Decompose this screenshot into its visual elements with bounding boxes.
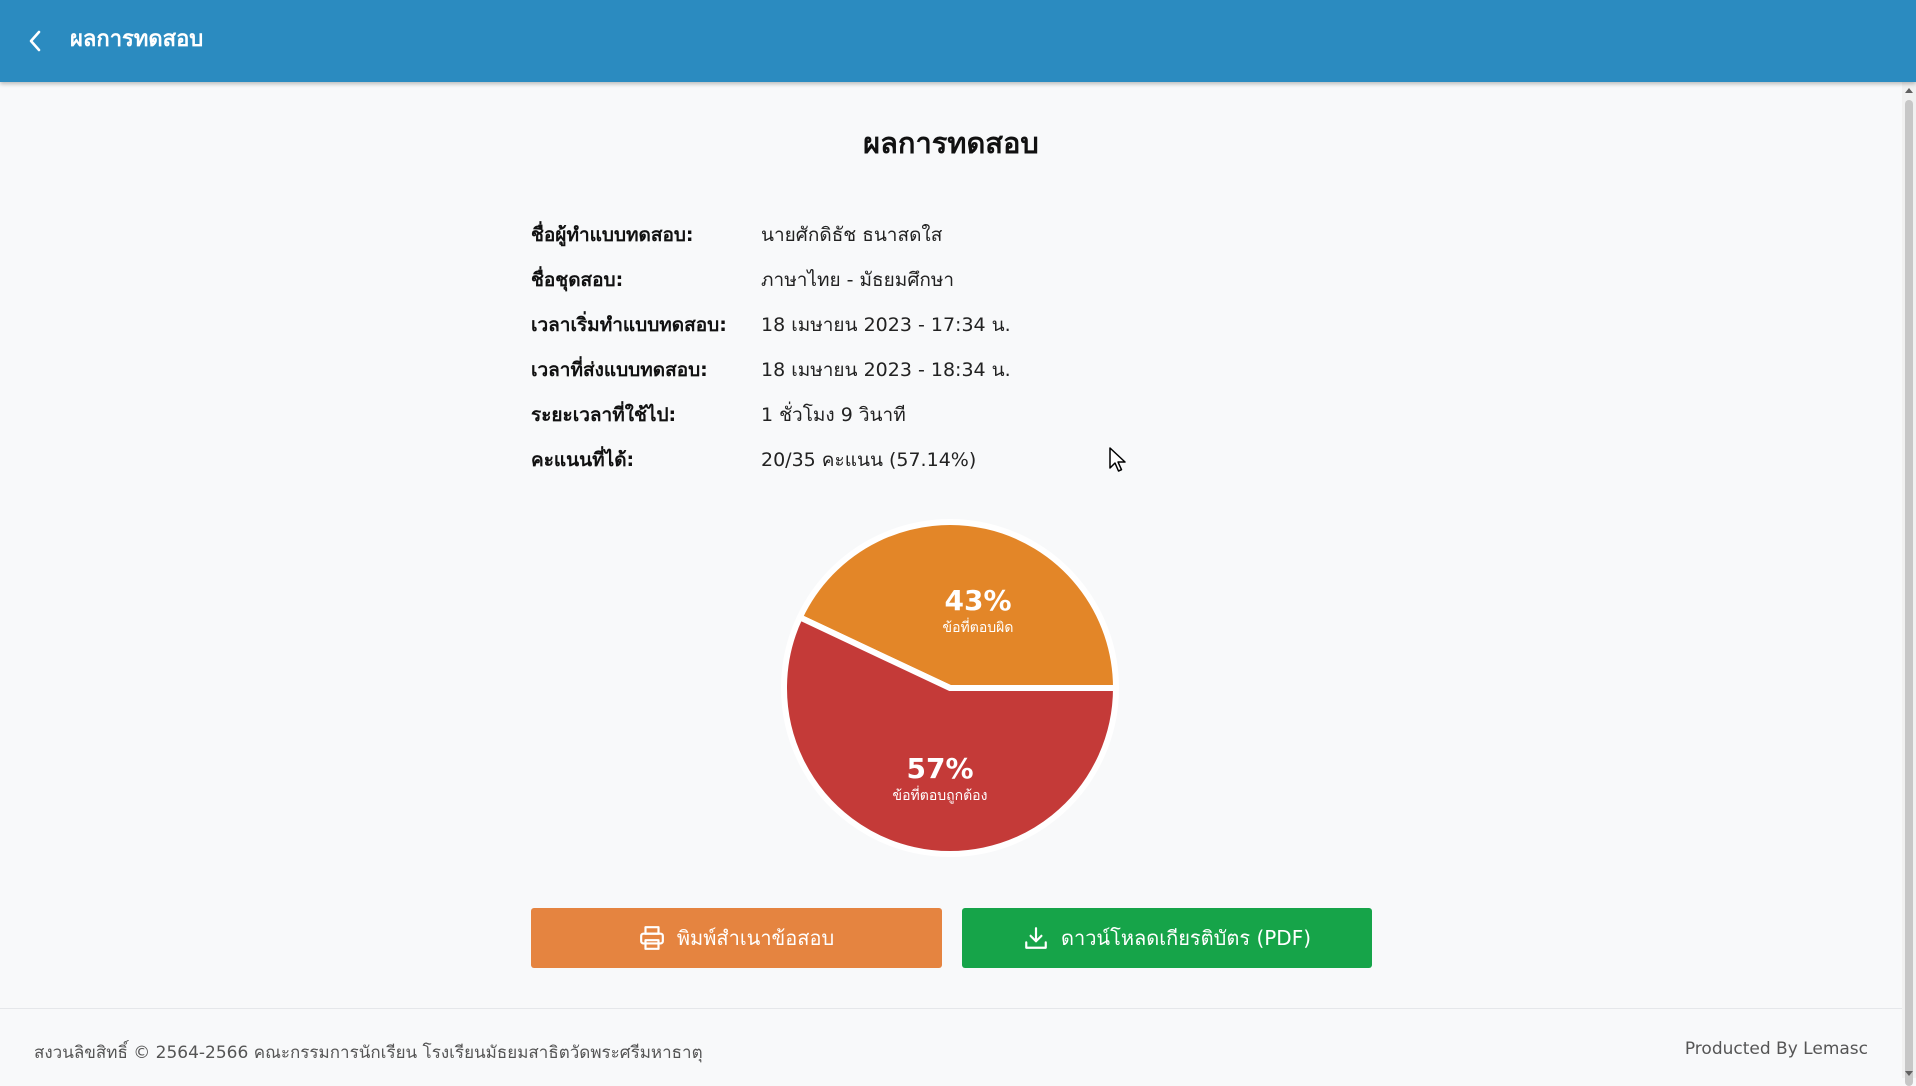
- pie-percent-wrong: 43%: [944, 584, 1012, 617]
- info-label: ชื่อผู้ทำแบบทดสอบ:: [531, 223, 694, 246]
- printer-icon: [639, 926, 664, 950]
- info-label: ระยะเวลาที่ใช้ไป:: [531, 403, 677, 426]
- info-row-test-set: ชื่อชุดสอบ: ภาษาไทย - มัธยมศึกษา: [531, 257, 1231, 302]
- pie-percent-correct: 57%: [906, 752, 974, 785]
- info-row-submit-time: เวลาที่ส่งแบบทดสอบ: 18 เมษายน 2023 - 18:…: [531, 347, 1231, 392]
- info-row-duration: ระยะเวลาที่ใช้ไป: 1 ชั่วโมง 9 วินาที: [531, 392, 1231, 437]
- download-certificate-button[interactable]: ดาวน์โหลดเกียรติบัตร (PDF): [962, 908, 1372, 968]
- pie-label-correct: 57% ข้อที่ตอบถูกต้อง: [870, 752, 1010, 806]
- download-certificate-label: ดาวน์โหลดเกียรติบัตร (PDF): [1060, 926, 1312, 950]
- print-exam-label: พิมพ์สำเนาข้อสอบ: [676, 926, 835, 950]
- chevron-left-icon: [29, 30, 41, 52]
- info-value: 20/35 คะแนน (57.14%): [761, 448, 977, 471]
- app-bar: ผลการทดสอบ: [0, 0, 1916, 82]
- footer-producer: Producted By Lemasc: [1684, 1039, 1868, 1059]
- info-value: 1 ชั่วโมง 9 วินาที: [761, 403, 906, 426]
- vertical-scrollbar[interactable]: [1902, 82, 1916, 1086]
- result-info: ชื่อผู้ทำแบบทดสอบ: นายศักดิธัช ธนาสดใส ช…: [531, 212, 1231, 482]
- page-title: ผลการทดสอบ: [863, 126, 1039, 160]
- pie-caption-correct: ข้อที่ตอบถูกต้อง: [892, 788, 988, 804]
- info-value: 18 เมษายน 2023 - 18:34 น.: [761, 358, 1011, 381]
- info-value: นายศักดิธัช ธนาสดใส: [761, 223, 943, 246]
- scrollbar-thumb[interactable]: [1905, 100, 1913, 1086]
- info-row-start-time: เวลาเริ่มทำแบบทดสอบ: 18 เมษายน 2023 - 17…: [531, 302, 1231, 347]
- info-label: เวลาเริ่มทำแบบทดสอบ:: [531, 313, 727, 336]
- pie-caption-wrong: ข้อที่ตอบผิด: [942, 620, 1014, 636]
- info-value: 18 เมษายน 2023 - 17:34 น.: [761, 313, 1011, 336]
- footer-copyright: สงวนลิขสิทธิ์ © 2564-2566 คณะกรรมการนักเ…: [34, 1043, 703, 1063]
- scroll-down-arrow-icon[interactable]: [1905, 1071, 1913, 1076]
- scroll-up-arrow-icon[interactable]: [1905, 88, 1913, 93]
- mouse-cursor-icon: [1108, 446, 1128, 478]
- result-pie-chart: [781, 519, 1119, 857]
- download-icon: [1025, 927, 1047, 949]
- info-label: เวลาที่ส่งแบบทดสอบ:: [531, 358, 708, 381]
- print-exam-button[interactable]: พิมพ์สำเนาข้อสอบ: [531, 908, 942, 968]
- footer: สงวนลิขสิทธิ์ © 2564-2566 คณะกรรมการนักเ…: [0, 1008, 1902, 1079]
- info-label: คะแนนที่ได้:: [531, 448, 635, 471]
- info-value: ภาษาไทย - มัธยมศึกษา: [761, 268, 955, 291]
- info-row-name: ชื่อผู้ทำแบบทดสอบ: นายศักดิธัช ธนาสดใส: [531, 212, 1231, 257]
- pie-label-wrong: 43% ข้อที่ตอบผิด: [918, 584, 1038, 638]
- back-button[interactable]: [20, 22, 50, 60]
- info-label: ชื่อชุดสอบ:: [531, 268, 624, 291]
- app-bar-title: ผลการทดสอบ: [70, 27, 204, 52]
